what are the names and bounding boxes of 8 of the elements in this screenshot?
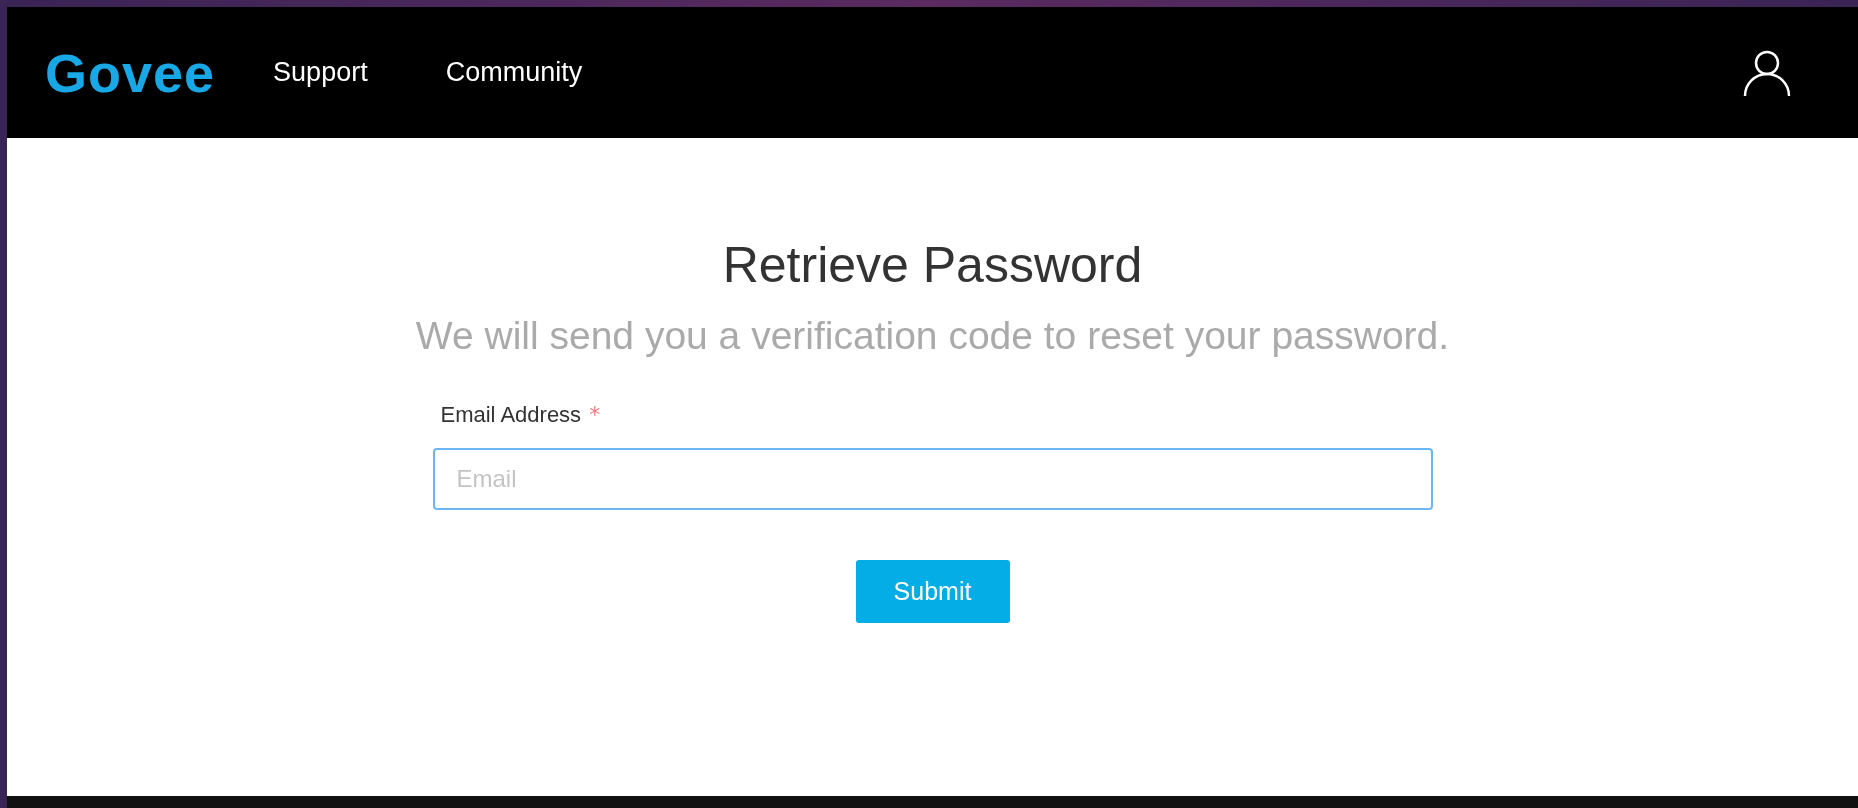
page-subtitle: We will send you a verification code to reset your password.: [415, 314, 1450, 358]
brand-logo[interactable]: Govee: [45, 41, 216, 104]
page-title: Retrieve Password: [722, 236, 1143, 294]
nav-link[interactable]: Support: [273, 57, 368, 88]
email-field[interactable]: Email: [432, 448, 1433, 510]
required-mark: *: [589, 402, 601, 427]
nav-link[interactable]: Community: [445, 57, 583, 88]
email-label: Email Address: [440, 402, 582, 428]
